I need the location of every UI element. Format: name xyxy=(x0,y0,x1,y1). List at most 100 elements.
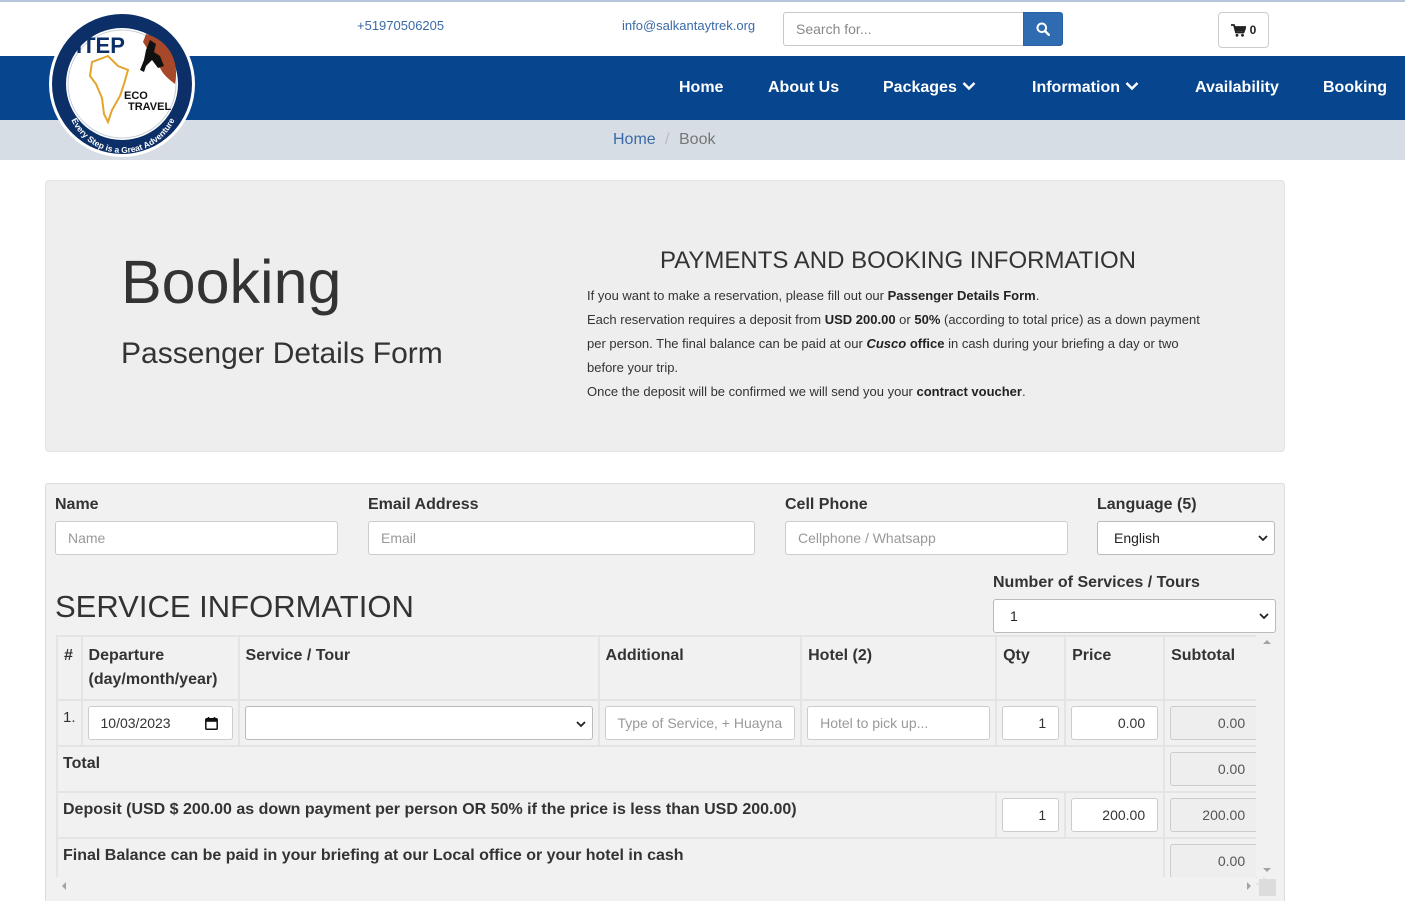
email-link[interactable]: info@salkantaytrek.org xyxy=(622,18,755,33)
service-cell xyxy=(237,699,600,747)
search-button[interactable] xyxy=(1023,12,1063,46)
col-header-additional: Additional xyxy=(597,635,803,701)
departure-cell: 10/03/2023 xyxy=(80,699,240,747)
chevron-down-icon xyxy=(575,721,586,728)
search-icon xyxy=(1036,22,1051,36)
chevron-down-icon xyxy=(962,82,976,91)
scrollbar-corner xyxy=(1259,879,1276,896)
col-header-qty: Qty xyxy=(995,635,1067,701)
deposit-label-cell: Deposit (USD $ 200.00 as down payment pe… xyxy=(55,791,998,839)
logo-line2: TRAVEL xyxy=(128,101,171,113)
col-header-departure-1: Departure xyxy=(88,647,165,664)
email-label: Email Address xyxy=(368,496,479,513)
num-services-value: 1 xyxy=(1010,608,1018,624)
additional-cell: Type of Service, + Huayna xyxy=(597,699,803,747)
logo-brand: ITEP xyxy=(76,33,125,58)
total-row: Total 0.00 xyxy=(55,745,1266,793)
page-subtitle: Passenger Details Form xyxy=(121,337,443,370)
chevron-down-icon xyxy=(1259,613,1269,620)
deposit-subtotal-output: 200.00 xyxy=(1170,798,1259,832)
cell-phone-input[interactable] xyxy=(785,521,1068,555)
language-select[interactable]: English xyxy=(1097,521,1275,555)
payments-bold: 50% xyxy=(914,312,941,327)
total-label: Total xyxy=(63,755,101,772)
additional-input[interactable]: Type of Service, + Huayna xyxy=(604,706,796,740)
payments-paragraph-2: Each reservation requires a deposit from… xyxy=(587,308,1209,380)
service-tour-select[interactable] xyxy=(244,706,593,740)
email-input[interactable] xyxy=(368,521,755,555)
col-header-num: # xyxy=(56,635,83,701)
table-horizontal-scrollbar[interactable] xyxy=(56,877,1256,894)
scroll-left-icon[interactable] xyxy=(61,882,67,890)
deposit-price-cell: 200.00 xyxy=(1064,791,1166,839)
balance-output: 0.00 xyxy=(1170,844,1259,878)
num-services-label: Number of Services / Tours xyxy=(993,574,1200,591)
num-services-select[interactable]: 1 xyxy=(993,599,1276,633)
col-header-departure-2: (day/month/year) xyxy=(88,671,218,688)
deposit-qty-input[interactable]: 1 xyxy=(1002,798,1060,832)
brand-logo[interactable]: ITEP ECO TRAVEL Every Step is a Great Ad… xyxy=(48,10,196,158)
nav-information-label: Information xyxy=(1032,79,1120,96)
shopping-cart-icon xyxy=(1230,23,1246,37)
breadcrumb-home[interactable]: Home xyxy=(613,131,656,149)
table-vertical-scrollbar[interactable] xyxy=(1256,635,1276,877)
passenger-form: Name Email Address Cell Phone Language (… xyxy=(45,483,1285,901)
service-table: # Departure (day/month/year) Service / To… xyxy=(55,635,1266,885)
cart-count: 0 xyxy=(1249,23,1257,37)
nav-availability[interactable]: Availability xyxy=(1195,56,1279,120)
payments-bold: Passenger Details Form xyxy=(887,288,1036,303)
col-header-subtotal: Subtotal xyxy=(1163,635,1266,701)
nav-home[interactable]: Home xyxy=(679,56,723,120)
deposit-label: Deposit (USD $ 200.00 as down payment pe… xyxy=(63,801,797,818)
price-input[interactable]: 0.00 xyxy=(1071,706,1159,740)
language-value: English xyxy=(1114,530,1160,546)
hotel-cell: Hotel to pick up... xyxy=(800,699,998,747)
breadcrumb-current: Book xyxy=(679,131,716,148)
nav-about-us[interactable]: About Us xyxy=(768,56,839,120)
nav-booking[interactable]: Booking xyxy=(1323,56,1387,120)
col-header-price: Price xyxy=(1064,635,1166,701)
name-input[interactable] xyxy=(55,521,338,555)
deposit-subtotal-cell: 200.00 xyxy=(1163,791,1266,839)
phone-link[interactable]: +51970506205 xyxy=(357,18,444,33)
main-navbar: Home About Us Packages Information Avail… xyxy=(0,56,1405,120)
calendar-icon xyxy=(204,717,218,730)
payments-bold: contract voucher xyxy=(916,384,1022,399)
payments-title: PAYMENTS AND BOOKING INFORMATION xyxy=(659,247,1137,274)
cell-phone-label: Cell Phone xyxy=(785,496,868,513)
chevron-down-icon xyxy=(1125,82,1139,91)
nav-information[interactable]: Information xyxy=(1032,56,1139,120)
breadcrumb-separator: / xyxy=(665,131,670,148)
name-label: Name xyxy=(55,496,99,513)
scroll-up-icon[interactable] xyxy=(1263,639,1271,645)
departure-date-input[interactable]: 10/03/2023 xyxy=(87,706,233,740)
scroll-right-icon[interactable] xyxy=(1246,882,1252,890)
payments-text: If you want to make a reservation, pleas… xyxy=(587,288,888,303)
total-value-cell: 0.00 xyxy=(1163,745,1266,793)
service-info-title: SERVICE INFORMATION xyxy=(55,589,414,624)
total-output: 0.00 xyxy=(1170,752,1259,786)
nav-packages[interactable]: Packages xyxy=(883,56,976,120)
scroll-down-icon[interactable] xyxy=(1263,867,1271,873)
hotel-input[interactable]: Hotel to pick up... xyxy=(807,706,991,740)
search-input[interactable] xyxy=(783,12,1024,46)
col-header-hotel: Hotel (2) xyxy=(800,635,998,701)
payments-text: Once the deposit will be confirmed we wi… xyxy=(587,384,917,399)
search-form xyxy=(783,12,1063,46)
payments-info: If you want to make a reservation, pleas… xyxy=(587,284,1209,404)
payments-bold-italic: Cusco xyxy=(866,336,907,351)
table-row: 1. 10/03/2023 Type of Service, + Huayna … xyxy=(56,699,1266,747)
deposit-qty-cell: 1 xyxy=(995,791,1067,839)
breadcrumb: Home / Book xyxy=(0,120,1405,160)
payments-paragraph-1: If you want to make a reservation, pleas… xyxy=(587,284,1209,308)
top-bar: +51970506205 info@salkantaytrek.org 0 xyxy=(0,2,1405,56)
qty-input[interactable]: 1 xyxy=(1002,706,1060,740)
chevron-down-icon xyxy=(1258,535,1268,542)
payments-text: Each reservation requires a deposit from xyxy=(587,312,825,327)
deposit-price-input[interactable]: 200.00 xyxy=(1071,798,1159,832)
price-cell: 0.00 xyxy=(1064,699,1166,747)
nav-packages-label: Packages xyxy=(883,79,957,96)
col-header-service: Service / Tour xyxy=(237,635,600,701)
cart-button[interactable]: 0 xyxy=(1218,12,1269,48)
qty-cell: 1 xyxy=(995,699,1067,747)
